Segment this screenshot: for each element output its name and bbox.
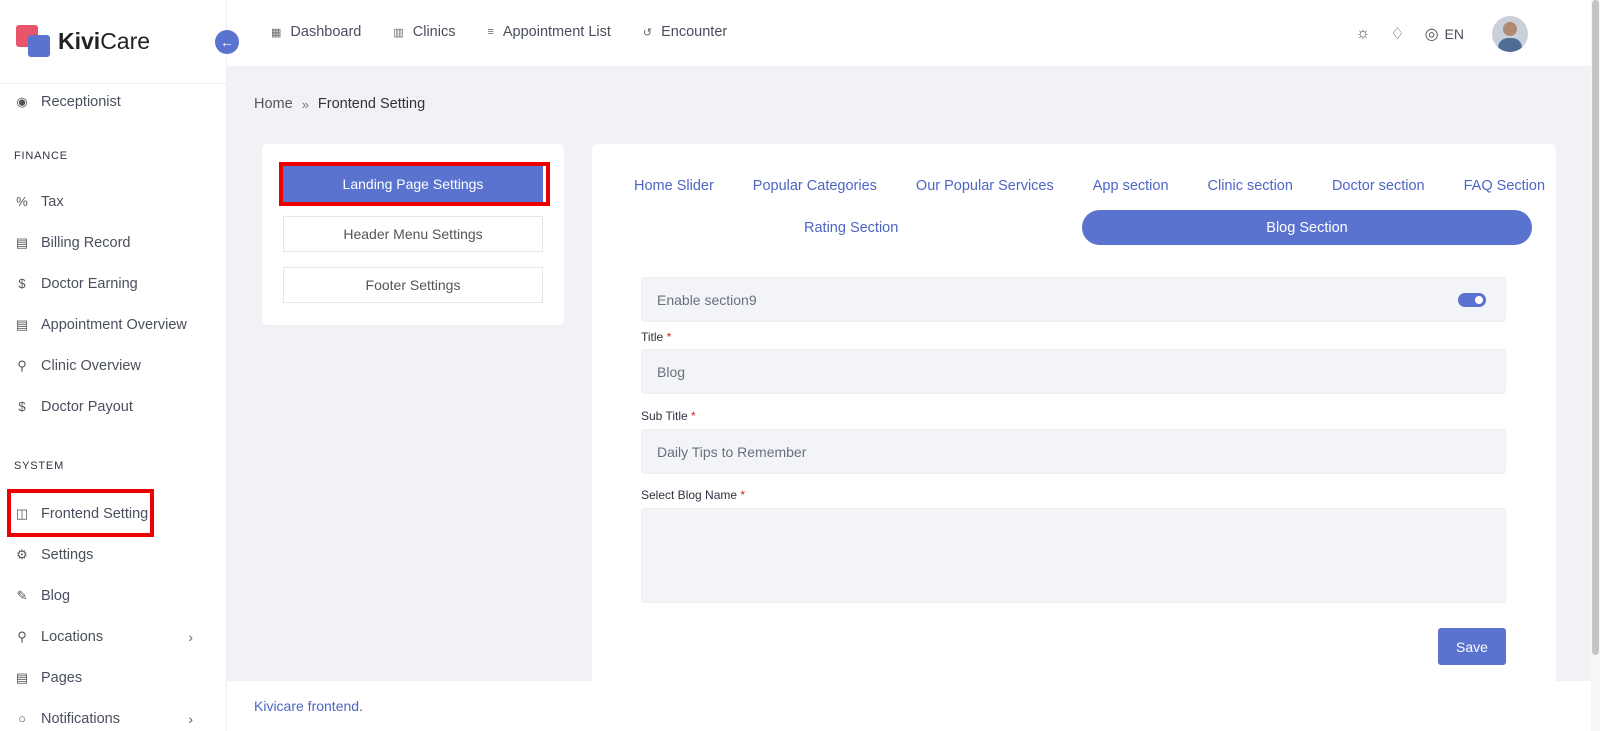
grid-icon: ▦ <box>271 26 282 39</box>
receptionist-icon: ◉ <box>16 94 28 109</box>
sidebar: KiviCare ◉ Receptionist FINANCE % Tax ▤ … <box>0 0 227 731</box>
location-icon: ⚲ <box>17 628 27 644</box>
footer-settings-button[interactable]: Footer Settings <box>283 267 543 303</box>
tab-our-popular-services[interactable]: Our Popular Services <box>916 178 1054 194</box>
save-button[interactable]: Save <box>1438 628 1506 665</box>
sub-title-label: Sub Title * <box>641 409 696 423</box>
page-scrollbar[interactable] <box>1591 0 1600 731</box>
language-selector[interactable]: EN <box>1445 26 1464 42</box>
billing-icon: ▤ <box>15 234 29 250</box>
top-nav-encounter[interactable]: ↺ Encounter <box>643 24 727 40</box>
history-icon: ↺ <box>642 26 653 39</box>
enable-section-row: Enable section9 <box>641 277 1506 322</box>
sub-title-input[interactable] <box>641 429 1506 474</box>
sun-icon[interactable]: ☼ <box>1356 25 1371 43</box>
pencil-icon: ✎ <box>16 587 28 603</box>
system-section-title: SYSTEM <box>14 460 65 472</box>
sidebar-item-settings[interactable]: ⚙ Settings <box>0 534 226 575</box>
tab-app-section[interactable]: App section <box>1093 178 1169 194</box>
tab-popular-categories[interactable]: Popular Categories <box>753 178 877 194</box>
tab-faq-section[interactable]: FAQ Section <box>1464 178 1545 194</box>
avatar[interactable] <box>1492 16 1528 52</box>
footer: Kivicare frontend. <box>227 681 1591 731</box>
logo[interactable]: KiviCare <box>0 0 226 84</box>
tab-blog-section[interactable]: Blog Section <box>1082 210 1532 245</box>
kivicare-logo-icon <box>16 24 50 59</box>
sidebar-item-notifications[interactable]: ○ Notifications › <box>0 698 226 731</box>
top-right-actions: ☼ ♢ ◎ EN <box>1336 16 1528 52</box>
tab-doctor-section[interactable]: Doctor section <box>1332 178 1425 194</box>
chevron-right-icon: › <box>188 628 193 645</box>
top-navigation: ▦ Dashboard ▥ Clinics ≡ Appointment List… <box>271 24 727 40</box>
top-nav-dashboard[interactable]: ▦ Dashboard <box>271 24 361 40</box>
top-nav-appointment-list[interactable]: ≡ Appointment List <box>487 24 610 40</box>
location-pin-icon: ⚲ <box>17 357 27 373</box>
sidebar-item-doctor-payout[interactable]: $ Doctor Payout <box>0 386 226 427</box>
sidebar-item-clinic-overview[interactable]: ⚲ Clinic Overview <box>0 345 226 386</box>
sidebar-item-billing-record[interactable]: ▤ Billing Record <box>0 222 226 263</box>
tab-rating-section[interactable]: Rating Section <box>804 220 898 236</box>
highlight-landing-page-settings <box>279 162 550 206</box>
building-icon: ▥ <box>393 26 404 39</box>
sliders-icon: ≡ <box>487 26 494 38</box>
sidebar-collapse-button[interactable]: ← <box>215 30 239 54</box>
sidebar-item-locations[interactable]: ⚲ Locations › <box>0 616 226 657</box>
chevron-right-icon: › <box>188 710 193 727</box>
title-label: Title * <box>641 330 672 344</box>
tab-clinic-section[interactable]: Clinic section <box>1208 178 1293 194</box>
tab-home-slider[interactable]: Home Slider <box>634 178 714 194</box>
dollar-icon: $ <box>18 399 26 414</box>
sidebar-item-doctor-earning[interactable]: $ Doctor Earning <box>0 263 226 304</box>
sidebar-item-receptionist[interactable]: ◉ Receptionist <box>0 81 226 123</box>
breadcrumb-home[interactable]: Home <box>254 96 293 112</box>
breadcrumb: Home » Frontend Setting <box>254 96 425 112</box>
dollar-icon: $ <box>18 276 26 291</box>
sidebar-item-blog[interactable]: ✎ Blog <box>0 575 226 616</box>
topbar: ▦ Dashboard ▥ Clinics ≡ Appointment List… <box>227 0 1600 66</box>
header-menu-settings-button[interactable]: Header Menu Settings <box>283 216 543 252</box>
section-tabs: Home Slider Popular Categories Our Popul… <box>634 178 1545 194</box>
bell-icon: ○ <box>18 711 26 726</box>
brand-name: KiviCare <box>58 28 151 54</box>
arrow-left-icon: ← <box>220 34 234 50</box>
pages-icon: ▤ <box>15 669 29 685</box>
scrollbar-thumb[interactable] <box>1592 0 1599 655</box>
select-blog-name-label: Select Blog Name * <box>641 488 746 502</box>
globe-icon[interactable]: ◎ <box>1425 24 1439 44</box>
top-nav-clinics[interactable]: ▥ Clinics <box>393 24 455 40</box>
landing-settings-panel: Home Slider Popular Categories Our Popul… <box>592 144 1556 684</box>
double-chevron-icon: » <box>301 96 309 112</box>
bell-icon[interactable]: ♢ <box>1390 24 1404 44</box>
title-input[interactable] <box>641 349 1506 394</box>
sidebar-item-tax[interactable]: % Tax <box>0 181 226 222</box>
enable-section-label: Enable section9 <box>657 291 757 308</box>
percent-icon: % <box>16 194 28 209</box>
gear-icon: ⚙ <box>16 546 28 562</box>
select-blog-name-field[interactable] <box>641 508 1506 603</box>
report-icon: ▤ <box>15 316 29 332</box>
highlight-frontend-setting <box>7 489 154 537</box>
enable-section-toggle[interactable] <box>1458 293 1486 307</box>
finance-section-title: FINANCE <box>14 150 68 162</box>
sidebar-item-pages[interactable]: ▤ Pages <box>0 657 226 698</box>
breadcrumb-current: Frontend Setting <box>317 96 426 112</box>
sidebar-item-appointment-overview[interactable]: ▤ Appointment Overview <box>0 304 226 345</box>
footer-link[interactable]: Kivicare frontend <box>254 698 359 714</box>
